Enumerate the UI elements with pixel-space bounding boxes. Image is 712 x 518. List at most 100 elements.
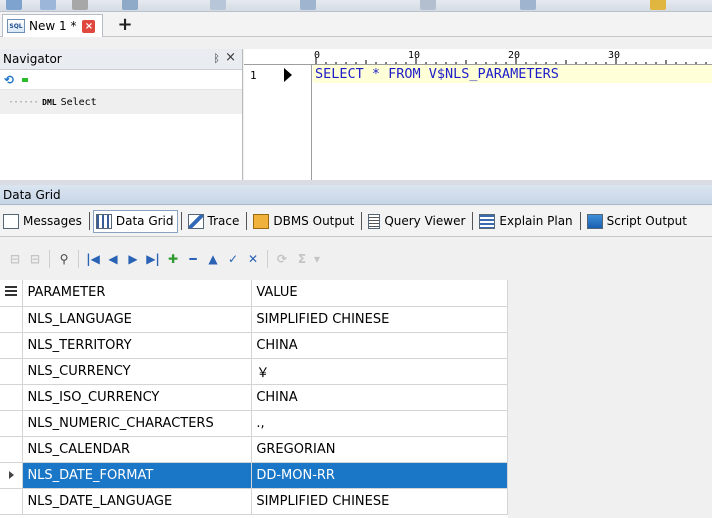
cell-value[interactable]: GREGORIAN — [251, 436, 508, 463]
sum-icon[interactable]: Σ — [292, 252, 312, 266]
chevron-down-icon[interactable]: ▾ — [312, 252, 322, 266]
next-record-button[interactable]: ▶ — [123, 252, 143, 266]
tab-separator — [472, 212, 474, 230]
new-tab-button[interactable]: + — [115, 15, 135, 35]
edit-record-button[interactable]: ▲ — [203, 252, 223, 266]
tab-new-1[interactable]: SQL New 1 * × — [2, 14, 103, 37]
lock-icon[interactable]: ⊟ — [5, 252, 25, 266]
sql-editor[interactable]: 0 10 20 30 1 SELECT * FROM V$NLS_PARAMET… — [244, 49, 712, 180]
tab-explain-plan[interactable]: Explain Plan — [476, 210, 576, 233]
dml-badge: DML — [42, 97, 57, 107]
tab-query-viewer[interactable]: Query Viewer — [365, 210, 469, 233]
result-panel-title: Data Grid — [0, 185, 712, 205]
close-icon[interactable]: × — [82, 19, 96, 33]
table-row[interactable]: NLS_DATE_LANGUAGE SIMPLIFIED CHINESE — [0, 488, 508, 515]
toolbar-separator — [78, 249, 79, 268]
columns-icon — [5, 286, 18, 297]
toolbar-icon[interactable] — [40, 0, 56, 10]
toolbar-icon[interactable] — [520, 0, 536, 10]
row-indicator[interactable] — [0, 488, 24, 515]
tab-dbms-output[interactable]: DBMS Output — [250, 210, 358, 233]
table-row-selected[interactable]: NLS_DATE_FORMAT DD-MON-RR — [0, 462, 508, 489]
toolbar-icon[interactable] — [122, 0, 138, 10]
prior-record-button[interactable]: ◀ — [103, 252, 123, 266]
cell-value[interactable]: DD-MON-RR — [251, 462, 508, 489]
row-indicator[interactable] — [0, 306, 24, 333]
row-indicator[interactable] — [0, 410, 24, 437]
cell-parameter[interactable]: NLS_CALENDAR — [22, 436, 253, 463]
toolbar-icon[interactable] — [420, 0, 436, 10]
sql-file-icon: SQL — [7, 19, 25, 33]
row-indicator-header[interactable] — [0, 280, 24, 307]
last-record-button[interactable]: ▶| — [143, 252, 163, 266]
table-row[interactable]: NLS_TERRITORY CHINA — [0, 332, 508, 359]
find-in-grid-icon[interactable]: ⚲ — [54, 252, 74, 266]
cell-parameter[interactable]: NLS_CURRENCY — [22, 358, 253, 385]
row-indicator[interactable] — [0, 358, 24, 385]
row-indicator[interactable] — [0, 436, 24, 463]
tab-label: Script Output — [606, 214, 687, 228]
grid-icon — [95, 213, 112, 229]
tree-line-icon: ······ — [8, 96, 39, 108]
row-indicator[interactable] — [0, 384, 24, 411]
column-header-value[interactable]: VALUE — [251, 280, 508, 307]
navigator-item-dml-select[interactable]: ······ DML Select — [0, 90, 242, 114]
insert-record-button[interactable]: ✚ — [163, 252, 183, 266]
cell-parameter[interactable]: NLS_DATE_LANGUAGE — [22, 488, 253, 515]
cell-parameter[interactable]: NLS_TERRITORY — [22, 332, 253, 359]
ruler-mark: 20 — [508, 50, 520, 61]
table-row[interactable]: NLS_NUMERIC_CHARACTERS ., — [0, 410, 508, 437]
navigator-item-label: Select — [60, 96, 97, 108]
toolbar-icon[interactable] — [650, 0, 666, 10]
data-grid: PARAMETER VALUE NLS_LANGUAGE SIMPLIFIED … — [0, 280, 508, 518]
tab-separator — [88, 212, 90, 230]
tab-messages[interactable]: Messages — [0, 210, 86, 233]
cell-parameter[interactable]: NLS_DATE_FORMAT — [22, 462, 253, 489]
row-indicator[interactable] — [0, 462, 24, 489]
dbms-output-icon — [253, 213, 270, 229]
row-indicator[interactable] — [0, 332, 24, 359]
tab-label: Messages — [23, 214, 82, 228]
navigator-header: Navigator ᛒ × — [0, 49, 242, 70]
cell-parameter[interactable]: NLS_LANGUAGE — [22, 306, 253, 333]
toolbar-icon[interactable] — [300, 0, 316, 10]
line-number: 1 — [250, 69, 257, 82]
toolbar-icon[interactable] — [72, 0, 88, 10]
cell-value[interactable]: SIMPLIFIED CHINESE — [251, 306, 508, 333]
cell-parameter[interactable]: NLS_NUMERIC_CHARACTERS — [22, 410, 253, 437]
navigator-panel: Navigator ᛒ × ⟲ ······ DML Select — [0, 49, 243, 180]
table-row[interactable]: NLS_LANGUAGE SIMPLIFIED CHINESE — [0, 306, 508, 333]
cell-parameter[interactable]: NLS_ISO_CURRENCY — [22, 384, 253, 411]
toolbar-icon[interactable] — [6, 0, 22, 10]
document-tab-strip: SQL New 1 * × + — [0, 12, 712, 37]
refresh-icon[interactable]: ⟳ — [272, 252, 292, 266]
table-row[interactable]: NLS_CALENDAR GREGORIAN — [0, 436, 508, 463]
cell-value[interactable]: CHINA — [251, 332, 508, 359]
table-row[interactable]: NLS_CURRENCY ￥ — [0, 358, 508, 385]
tab-data-grid[interactable]: Data Grid — [92, 209, 178, 233]
cell-value[interactable]: CHINA — [251, 384, 508, 411]
unlock-icon[interactable]: ⊟ — [25, 252, 45, 266]
code-line[interactable]: SELECT * FROM V$NLS_PARAMETERS — [313, 65, 712, 83]
refresh-icon[interactable]: ⟲ — [4, 73, 14, 87]
cancel-edit-button[interactable]: ✕ — [243, 252, 263, 266]
table-row[interactable]: NLS_ISO_CURRENCY CHINA — [0, 384, 508, 411]
tab-trace[interactable]: Trace — [185, 210, 244, 233]
first-record-button[interactable]: |◀ — [83, 252, 103, 266]
column-header-parameter[interactable]: PARAMETER — [22, 280, 253, 307]
pin-icon[interactable]: ᛒ — [213, 52, 220, 65]
grid-header-row: PARAMETER VALUE — [0, 280, 508, 307]
close-icon[interactable]: × — [225, 50, 236, 65]
delete-record-button[interactable]: ━ — [183, 252, 203, 266]
cell-value[interactable]: SIMPLIFIED CHINESE — [251, 488, 508, 515]
trace-icon — [187, 213, 204, 229]
cell-value[interactable]: ￥ — [251, 358, 508, 385]
toolbar-icon[interactable] — [210, 0, 226, 10]
tab-label: Explain Plan — [499, 214, 573, 228]
editor-ruler: 0 10 20 30 — [244, 49, 712, 65]
cell-value[interactable]: ., — [251, 410, 508, 437]
post-edit-button[interactable]: ✓ — [223, 252, 243, 266]
tab-label: Query Viewer — [384, 214, 466, 228]
tab-script-output[interactable]: Script Output — [584, 210, 691, 233]
current-row-arrow-icon — [8, 470, 14, 479]
